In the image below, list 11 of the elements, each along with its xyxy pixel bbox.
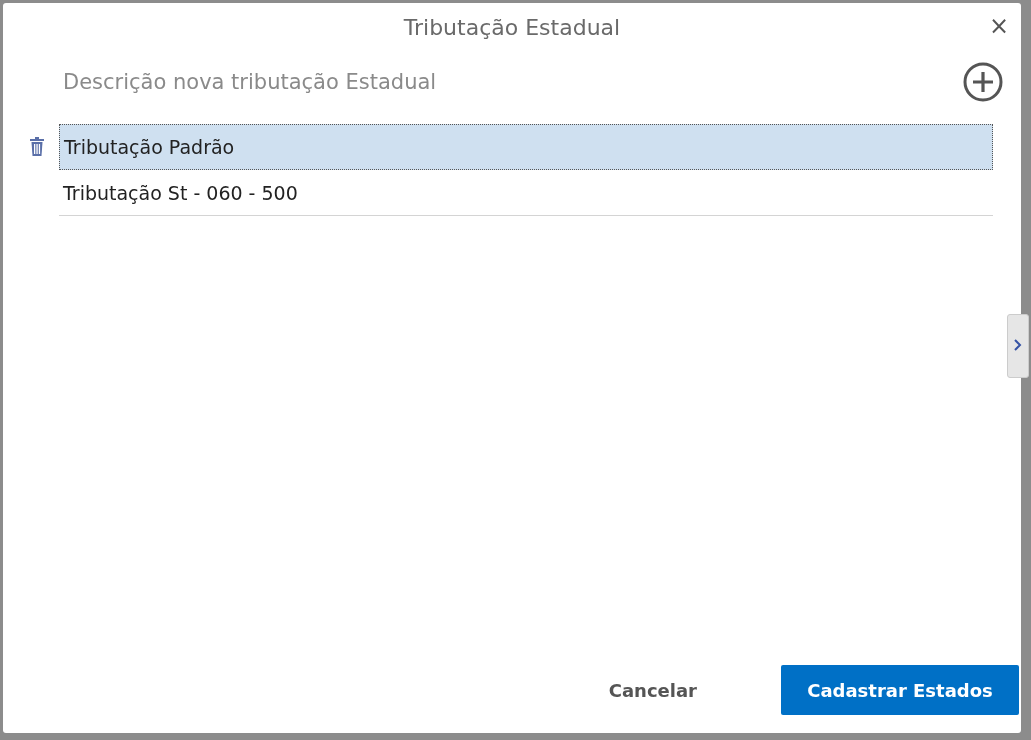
description-field[interactable]: Descrição nova tributação Estadual bbox=[59, 70, 963, 94]
close-button[interactable]: × bbox=[982, 12, 1015, 40]
expand-tab[interactable] bbox=[1007, 314, 1029, 378]
cancel-button[interactable]: Cancelar bbox=[608, 667, 697, 713]
trash-icon[interactable] bbox=[29, 137, 45, 156]
submit-button[interactable]: Cadastrar Estados bbox=[781, 665, 1019, 715]
add-icon[interactable] bbox=[963, 62, 1003, 102]
list-item[interactable]: Tributação St - 060 - 500 bbox=[59, 170, 993, 216]
dialog-title: Tributação Estadual bbox=[403, 14, 621, 40]
list-item[interactable]: Tributação Padrão bbox=[59, 124, 993, 170]
chevron-right-icon bbox=[1013, 337, 1023, 352]
